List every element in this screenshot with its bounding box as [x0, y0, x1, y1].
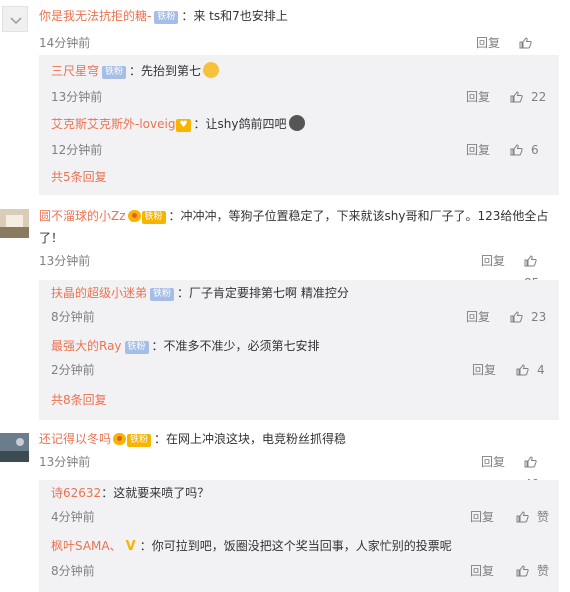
like-button[interactable]: 4: [516, 359, 545, 381]
comment-meta: 13分钟前 回复 40: [39, 451, 560, 491]
reply-box: 诗62632：这就要来喷了吗？ 4分钟前 回复 赞 枫叶SAMA、 V ：你可拉到吧…: [39, 480, 559, 592]
commenter-name[interactable]: 枫叶SAMA、: [51, 539, 122, 553]
fan-badge: 铁粉: [150, 288, 175, 301]
comment-body: ：这就要来喷了吗？: [101, 486, 210, 500]
emoji-icon: [203, 62, 220, 78]
reply-button[interactable]: 回复: [481, 451, 505, 473]
avatar[interactable]: [0, 433, 29, 462]
comment-text: 你是我无法抗拒的糖- 铁粉 ：来 ts和7也安排上: [39, 5, 560, 27]
like-button[interactable]: 23: [510, 306, 546, 328]
comment-body: ：不准多不准少，必须第七安排: [151, 339, 320, 353]
sub-reply: 艾克斯艾克斯外-loveig ♥ ：让shy鸽前四吧 12分钟前 回复 6: [51, 113, 559, 161]
heart-badge-icon: ♥: [176, 119, 191, 132]
comment-meta: 14分钟前 回复 116: [39, 32, 560, 72]
more-replies-link[interactable]: 共8条回复: [51, 390, 107, 410]
reply-box: 三尺星穹 铁粉 ：先抬到第七 13分钟前 回复 22 艾克斯艾克斯外-loveig ♥…: [39, 55, 559, 195]
comment-body: ：来 ts和7也安排上: [181, 9, 288, 23]
crown-icon: [113, 433, 127, 445]
verified-v-icon: V: [125, 539, 136, 554]
fan-badge: 铁粉: [141, 211, 166, 224]
like-button[interactable]: 22: [510, 86, 546, 108]
reply-button[interactable]: 回复: [466, 306, 490, 328]
like-count: 23: [531, 310, 547, 324]
comment-time: 13分钟前: [39, 254, 91, 268]
fan-badge: 铁粉: [124, 341, 149, 354]
reply-button[interactable]: 回复: [466, 86, 490, 108]
thumbs-up-icon: [510, 311, 523, 323]
comment-body: ：在网上冲浪这块，电竞粉丝抓得稳: [154, 432, 347, 446]
commenter-name[interactable]: 诗62632: [51, 486, 101, 500]
avatar[interactable]: [0, 209, 29, 238]
fan-badge: 铁粉: [127, 434, 152, 447]
thumbs-up-icon: [519, 37, 532, 49]
like-count: 赞: [537, 510, 550, 524]
avatar[interactable]: [2, 6, 28, 32]
thumbs-up-icon: [510, 144, 523, 156]
reply-button[interactable]: 回复: [472, 359, 496, 381]
fan-badge: 铁粉: [102, 66, 127, 79]
sub-reply: 诗62632：这就要来喷了吗？ 4分钟前 回复 赞: [51, 482, 559, 528]
reply-button[interactable]: 回复: [481, 250, 505, 272]
commenter-name[interactable]: 最强大的Ray: [51, 339, 122, 353]
sub-reply: 扶晶的超级小迷弟 铁粉 ：厂子肯定要排第七啊 精准控分 8分钟前 回复 23: [51, 282, 559, 328]
thumbs-up-icon: [516, 511, 529, 523]
comment-time: 4分钟前: [51, 510, 95, 524]
reply-button[interactable]: 回复: [470, 506, 494, 528]
comment-time: 13分钟前: [51, 90, 103, 104]
sub-reply: 三尺星穹 铁粉 ：先抬到第七 13分钟前 回复 22: [51, 60, 559, 108]
reply-button[interactable]: 回复: [476, 32, 500, 54]
commenter-name[interactable]: 圆不溜球的小Zz: [39, 209, 126, 223]
crown-icon: [127, 210, 141, 222]
thumbs-up-icon: [510, 91, 523, 103]
like-button[interactable]: 赞: [516, 506, 549, 528]
comment-time: 14分钟前: [39, 36, 91, 50]
like-count: 赞: [537, 564, 550, 578]
commenter-name[interactable]: 你是我无法抗拒的糖-: [39, 9, 151, 23]
comment-meta: 13分钟前 回复 85: [39, 250, 560, 290]
reply-button[interactable]: 回复: [470, 560, 494, 582]
comment-body: ：厂子肯定要排第七啊 精准控分: [177, 286, 349, 300]
reply-box: 扶晶的超级小迷弟 铁粉 ：厂子肯定要排第七啊 精准控分 8分钟前 回复 23 最强大…: [39, 280, 559, 420]
comment-body: ：先抬到第七: [129, 64, 202, 78]
sub-reply: 最强大的Ray 铁粉 ：不准多不准少，必须第七安排 2分钟前 回复 4: [51, 335, 559, 381]
like-count: 4: [537, 363, 545, 377]
commenter-name[interactable]: 还记得以冬吗: [39, 432, 111, 446]
thumbs-up-icon: [524, 456, 537, 468]
thumbs-up-icon: [516, 364, 529, 376]
comment-body: ：让shy鸽前四吧: [193, 117, 287, 131]
comment-text: 还记得以冬吗 铁粉 ：在网上冲浪这块，电竞粉丝抓得稳: [39, 428, 560, 450]
comment-text: 圆不溜球的小Zz 铁粉 ：冲冲冲，等狗子位置稳定了，下来就该shy哥和厂子了。123…: [39, 205, 560, 249]
commenter-name[interactable]: 扶晶的超级小迷弟: [51, 286, 147, 300]
thumbs-up-icon: [516, 565, 529, 577]
comment-time: 13分钟前: [39, 455, 91, 469]
sub-reply: 枫叶SAMA、 V ：你可拉到吧，饭圈没把这个奖当回事，人家忙别的投票呢 8分钟前 …: [51, 535, 559, 582]
comment-time: 12分钟前: [51, 143, 103, 157]
like-button[interactable]: 6: [510, 139, 539, 161]
comment-body: ：你可拉到吧，饭圈没把这个奖当回事，人家忙别的投票呢: [139, 539, 452, 553]
fan-badge: 铁粉: [154, 11, 179, 24]
commenter-name[interactable]: 艾克斯艾克斯外-loveig: [51, 117, 175, 131]
emoji-icon: [288, 115, 305, 131]
like-count: 6: [531, 143, 539, 157]
comment-time: 2分钟前: [51, 363, 95, 377]
comment-time: 8分钟前: [51, 310, 95, 324]
more-replies-link[interactable]: 共5条回复: [51, 167, 107, 187]
comment-time: 8分钟前: [51, 564, 95, 578]
thumbs-up-icon: [524, 255, 537, 267]
like-button[interactable]: 赞: [516, 560, 549, 582]
commenter-name[interactable]: 三尺星穹: [51, 64, 99, 78]
like-count: 22: [531, 90, 547, 104]
reply-button[interactable]: 回复: [466, 139, 490, 161]
